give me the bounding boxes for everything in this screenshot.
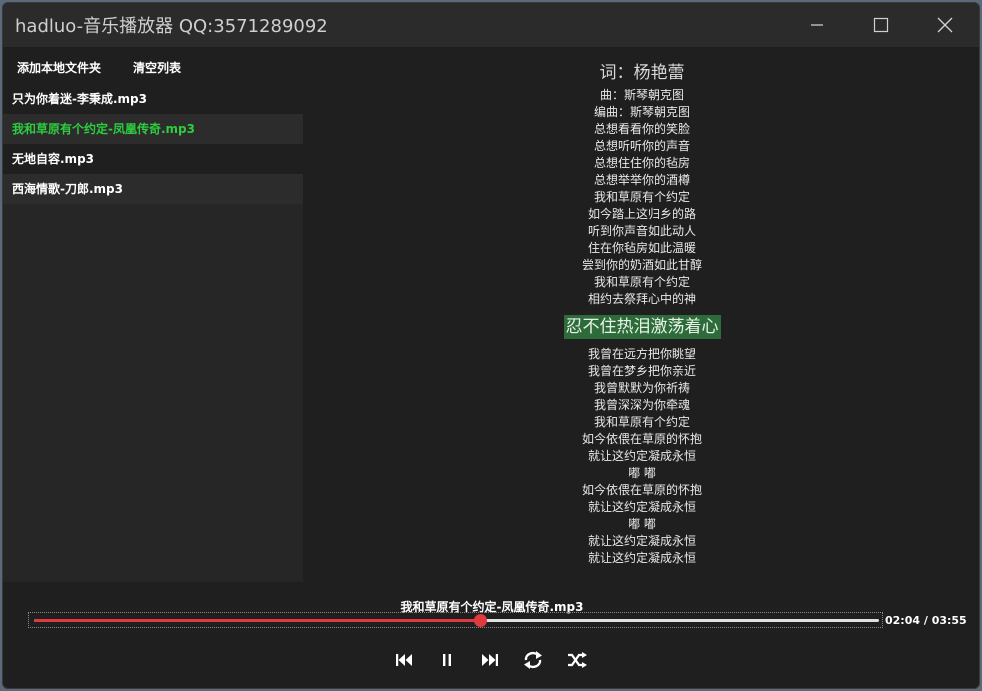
lyric-line-current-text: 忍不住热泪激荡着心 xyxy=(563,315,721,339)
shuffle-icon xyxy=(568,652,587,668)
lyric-line: 如今依偎在草原的怀抱 xyxy=(581,432,702,446)
lyric-line: 就让这约定凝成永恒 xyxy=(587,500,696,514)
lyric-line: 如今踏上这归乡的路 xyxy=(587,207,696,221)
maximize-button[interactable] xyxy=(851,3,911,47)
app-window: hadluo-音乐播放器 QQ:3571289092 添加本地文件夹 清空列表 … xyxy=(2,2,980,689)
lyric-line: 就让这约定凝成永恒 xyxy=(587,551,696,565)
lyric-line: 嘟 嘟 xyxy=(628,466,656,480)
next-button[interactable] xyxy=(477,647,503,673)
lyric-line: 我曾在远方把你眺望 xyxy=(587,347,696,361)
clear-list-button[interactable]: 清空列表 xyxy=(133,59,181,76)
close-icon xyxy=(937,17,953,33)
lyric-line: 就让这约定凝成永恒 xyxy=(587,534,696,548)
lyric-line: 总想听听你的声音 xyxy=(593,139,690,153)
maximize-icon xyxy=(873,17,889,33)
time-display: 02:04 / 03:55 xyxy=(885,614,967,627)
lyric-line: 听到你声音如此动人 xyxy=(587,224,696,238)
next-icon xyxy=(482,654,498,666)
lyric-line: 住在你毡房如此温暖 xyxy=(587,241,696,255)
shuffle-button[interactable] xyxy=(564,647,590,673)
repeat-button[interactable] xyxy=(520,647,546,673)
lyric-line: 我曾在梦乡把你亲近 xyxy=(587,364,696,378)
sidebar: 添加本地文件夹 清空列表 只为你着迷-李秉成.mp3 我和草原有个约定-凤凰传奇.… xyxy=(3,47,303,582)
lyric-line: 相约去祭拜心中的神 xyxy=(587,292,696,306)
playlist: 只为你着迷-李秉成.mp3 我和草原有个约定-凤凰传奇.mp3 无地自容.mp3 西海… xyxy=(3,84,303,204)
lyric-line: 编曲：斯琴朝克图 xyxy=(593,105,690,119)
lyric-line: 我和草原有个约定 xyxy=(593,275,690,289)
lyric-line: 我曾默默为你祈祷 xyxy=(593,381,690,395)
lyric-line: 我和草原有个约定 xyxy=(593,190,690,204)
lyrics-panel: 词：杨艳蕾曲：斯琴朝克图 编曲：斯琴朝克图 总想看看你的笑脸 总想听听你的声音 总想住住… xyxy=(303,59,979,567)
playback-controls xyxy=(3,647,979,673)
progress-slider[interactable] xyxy=(28,612,883,628)
lyric-line: 尝到你的奶酒如此甘醇 xyxy=(581,258,702,272)
progress-handle[interactable] xyxy=(474,614,488,627)
playlist-item[interactable]: 我和草原有个约定-凤凰传奇.mp3 xyxy=(3,114,303,144)
lyric-line: 总想举举你的酒樽 xyxy=(593,173,690,187)
repeat-icon xyxy=(524,651,542,669)
lyric-line: 总想看看你的笑脸 xyxy=(593,122,690,136)
previous-button[interactable] xyxy=(391,647,417,673)
pause-icon xyxy=(443,654,451,666)
title-bar[interactable]: hadluo-音乐播放器 QQ:3571289092 xyxy=(3,3,979,47)
playlist-toolbar: 添加本地文件夹 清空列表 xyxy=(3,47,303,89)
close-button[interactable] xyxy=(915,3,975,47)
playlist-item[interactable]: 西海情歌-刀郎.mp3 xyxy=(3,174,303,204)
lyric-line: 就让这约定凝成永恒 xyxy=(587,449,696,463)
lyric-line: 嘟 嘟 xyxy=(628,517,656,531)
window-title: hadluo-音乐播放器 QQ:3571289092 xyxy=(15,16,328,37)
previous-icon xyxy=(396,654,412,666)
lyric-line: 曲：斯琴朝克图 xyxy=(599,88,684,102)
lyric-line: 如今依偎在草原的怀抱 xyxy=(581,483,702,497)
lyric-line-current: 忍不住热泪激荡着心 xyxy=(303,308,979,346)
add-local-folder-button[interactable]: 添加本地文件夹 xyxy=(17,59,101,76)
progress-track[interactable] xyxy=(34,614,879,627)
lyric-line: 总想住住你的毡房 xyxy=(593,156,690,170)
pause-button[interactable] xyxy=(434,647,460,673)
lyric-line: 我和草原有个约定 xyxy=(593,415,690,429)
playlist-item[interactable]: 无地自容.mp3 xyxy=(3,144,303,174)
lyric-line: 词：杨艳蕾 xyxy=(599,63,685,83)
playlist-item[interactable]: 只为你着迷-李秉成.mp3 xyxy=(3,84,303,114)
lyric-line: 我曾深深为你牵魂 xyxy=(593,398,690,412)
minimize-button[interactable] xyxy=(787,3,847,47)
minimize-icon xyxy=(811,24,823,26)
progress-fill xyxy=(34,619,481,622)
